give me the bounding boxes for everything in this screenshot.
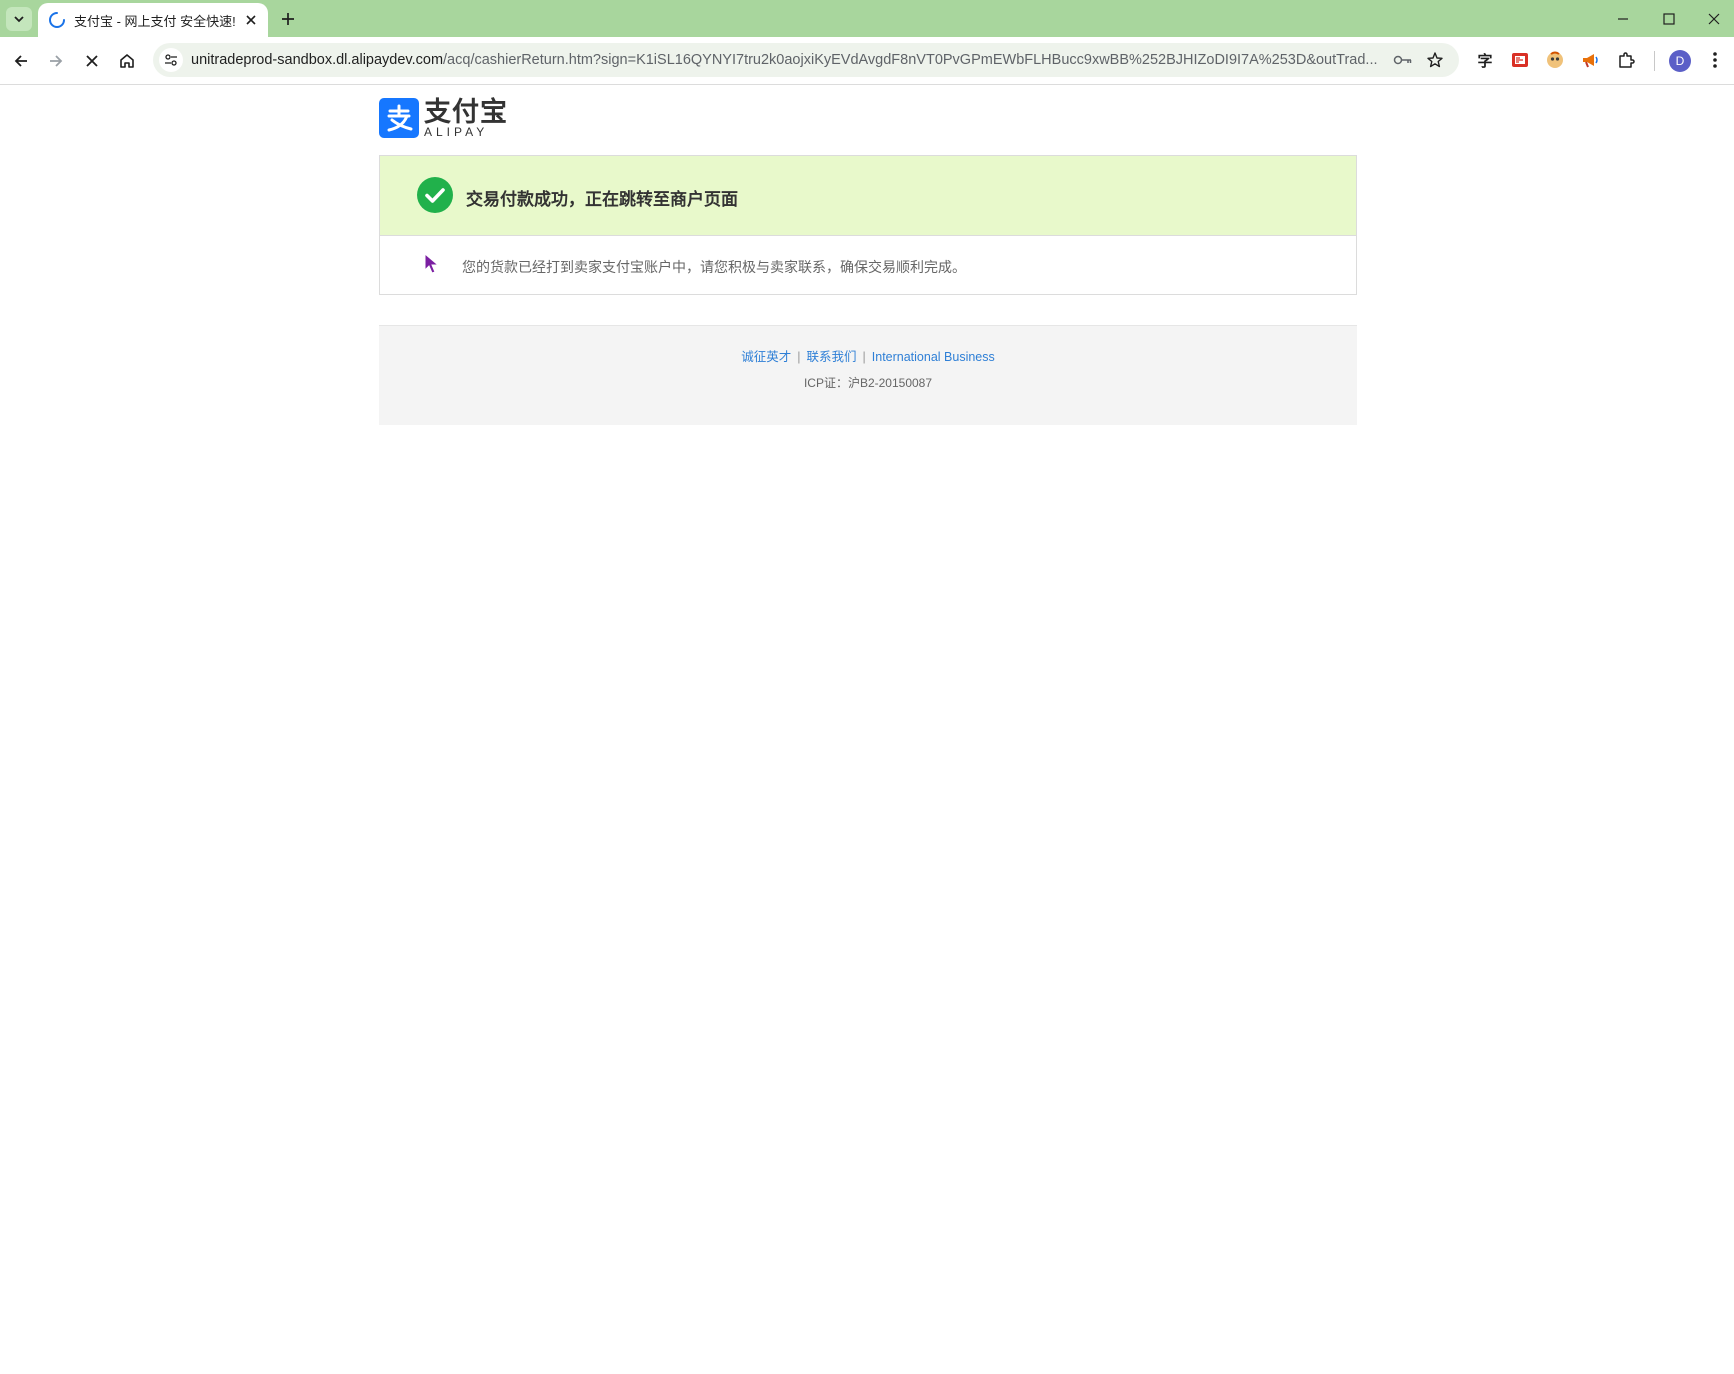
back-button[interactable] [9, 49, 33, 73]
page-content: 支付宝 ALIPAY 交易付款成功，正在跳转至商户页面 您的货款已经打到卖家支付… [0, 85, 1734, 1374]
success-message: 您的货款已经打到卖家支付宝账户中，请您积极与卖家联系，确保交易顺利完成。 [462, 259, 966, 275]
star-icon[interactable] [1425, 50, 1445, 70]
home-button[interactable] [115, 49, 139, 73]
success-title: 交易付款成功，正在跳转至商户页面 [466, 190, 738, 210]
profile-avatar[interactable]: D [1669, 50, 1691, 72]
site-info-button[interactable] [159, 48, 183, 72]
puzzle-icon[interactable] [1615, 49, 1637, 71]
url-path: /acq/cashierReturn.htm?sign=K1iSL16QYNYI… [443, 52, 1378, 68]
footer-link-careers[interactable]: 诚征英才 [741, 350, 791, 364]
close-icon[interactable] [243, 12, 259, 28]
logo-text-cn: 支付宝 [424, 97, 508, 127]
alipay-wordmark: 支付宝 ALIPAY [424, 98, 508, 138]
icp-license: ICP证：沪B2-20150087 [803, 376, 933, 390]
stop-loading-button[interactable] [80, 49, 104, 73]
minimize-icon [1618, 18, 1628, 20]
payment-result-panel: 交易付款成功，正在跳转至商户页面 您的货款已经打到卖家支付宝账户中，请您积极与卖… [379, 155, 1357, 295]
alipay-mark-icon [379, 98, 419, 138]
close-icon [86, 55, 98, 67]
footer-link-contact[interactable]: 联系我们 [807, 350, 857, 364]
more-menu-icon[interactable] [1704, 49, 1726, 71]
megaphone-extension-icon[interactable] [1579, 49, 1601, 71]
maximize-icon [1663, 13, 1675, 25]
avatar-extension-icon[interactable] [1544, 49, 1566, 71]
key-icon[interactable] [1393, 50, 1413, 70]
footer-separator: | [862, 350, 866, 364]
browser-toolbar: unitradeprod-sandbox.dl.alipaydev.com/ac… [0, 37, 1734, 85]
toolbar-separator [1654, 51, 1655, 71]
url-text[interactable]: unitradeprod-sandbox.dl.alipaydev.com/ac… [191, 52, 1386, 68]
forward-button[interactable] [44, 49, 68, 73]
new-tab-button[interactable] [278, 9, 298, 29]
loading-spinner-icon [48, 11, 66, 29]
close-icon [1708, 13, 1720, 25]
arrow-left-icon [14, 55, 27, 67]
home-icon [120, 54, 134, 68]
footer-links: 诚征英才 | 联系我们 | International Business [379, 346, 1357, 365]
close-window-button[interactable] [1703, 8, 1725, 30]
translate-icon[interactable]: 字 [1474, 49, 1496, 71]
mouse-cursor-icon [424, 253, 440, 274]
check-circle-icon [417, 177, 453, 213]
success-banner: 交易付款成功，正在跳转至商户页面 [380, 156, 1356, 236]
arrow-right-icon [50, 55, 63, 67]
logo-text-en: ALIPAY [424, 125, 489, 139]
footer-separator: | [797, 350, 801, 364]
address-bar[interactable]: unitradeprod-sandbox.dl.alipaydev.com/ac… [153, 43, 1459, 77]
maximize-button[interactable] [1658, 8, 1680, 30]
tab-title: 支付宝 - 网上支付 安全快速! [74, 13, 236, 29]
tab-strip: 支付宝 - 网上支付 安全快速! [0, 0, 1734, 37]
tab-active[interactable]: 支付宝 - 网上支付 安全快速! [38, 3, 268, 37]
page-footer: 诚征英才 | 联系我们 | International Business ICP证：沪B… [379, 325, 1357, 425]
minimize-button[interactable] [1612, 8, 1634, 30]
tab-search-button[interactable] [6, 7, 32, 31]
url-host: unitradeprod-sandbox.dl.alipaydev.com [191, 52, 444, 68]
footer-link-international[interactable]: International Business [872, 350, 995, 364]
plus-icon [282, 13, 294, 25]
alipay-logo[interactable]: 支付宝 ALIPAY [379, 98, 508, 138]
pdf-extension-icon[interactable] [1509, 49, 1531, 71]
chevron-down-icon [14, 16, 24, 23]
tune-icon [165, 54, 177, 66]
